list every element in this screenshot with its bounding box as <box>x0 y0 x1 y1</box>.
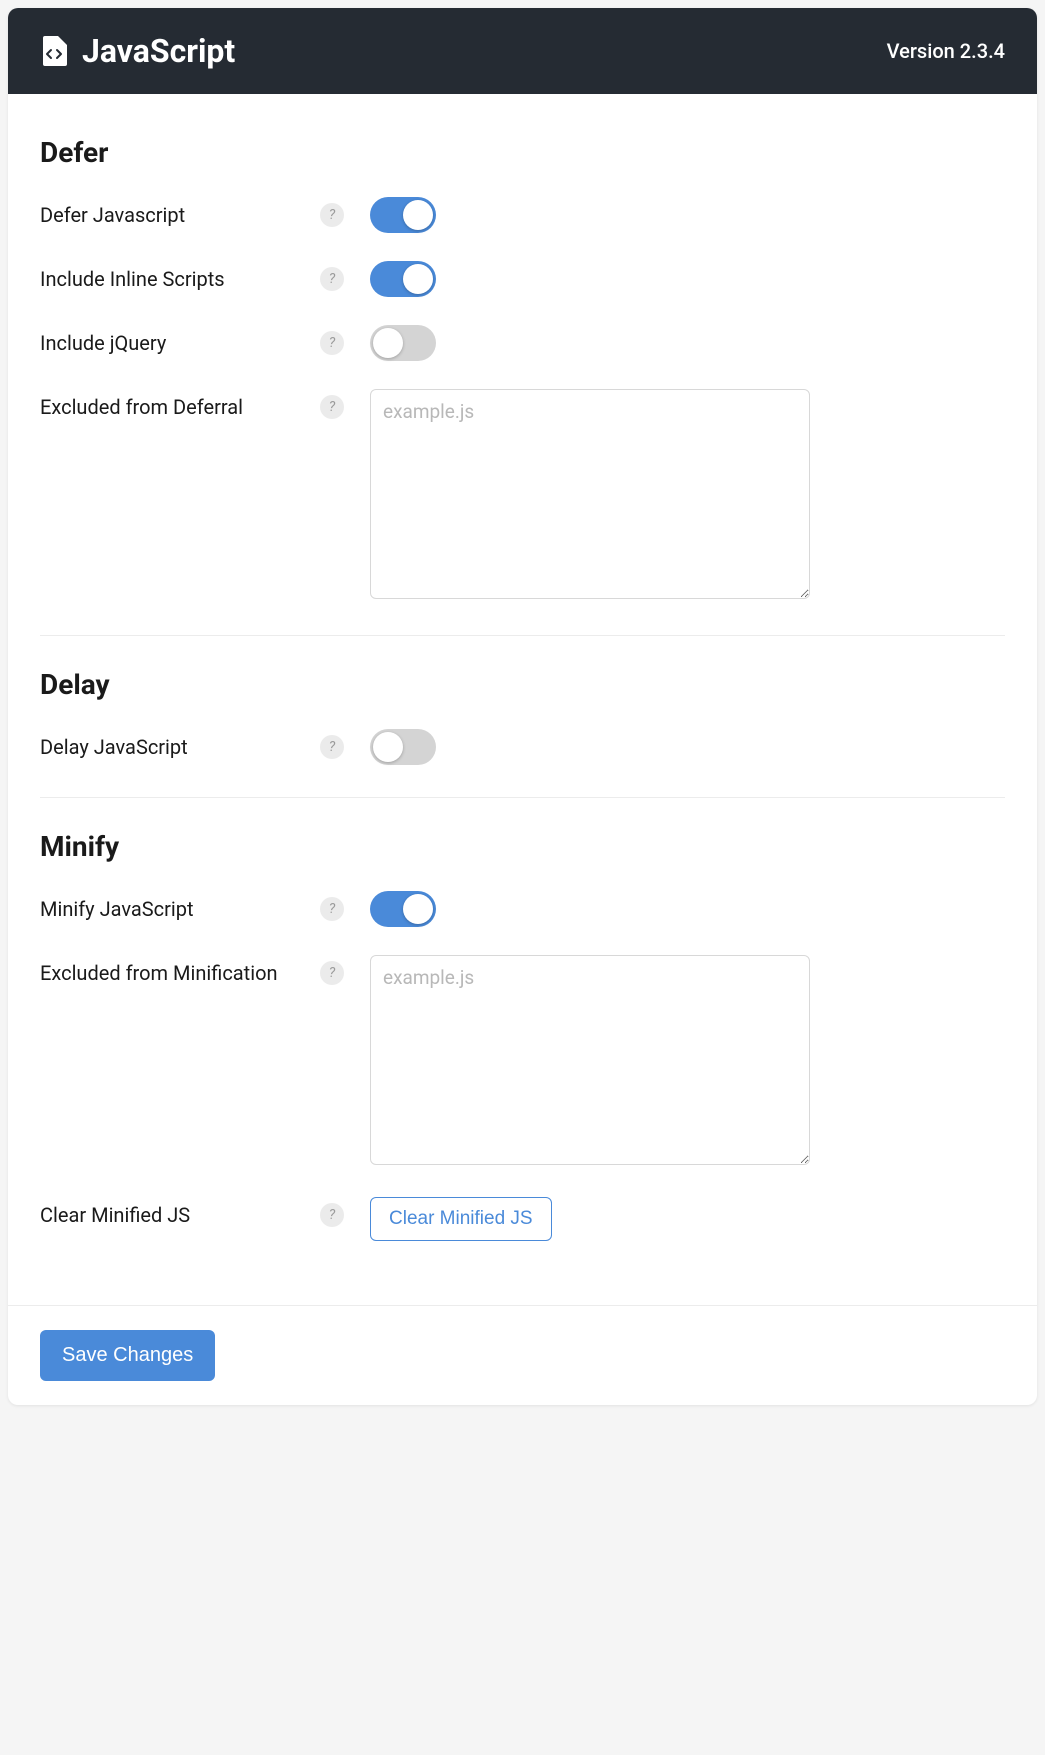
label-delay-js: Delay JavaScript <box>40 729 320 759</box>
file-code-icon <box>40 37 68 65</box>
help-icon[interactable]: ? <box>320 267 344 291</box>
settings-panel: JavaScript Version 2.3.4 Defer Defer Jav… <box>8 8 1037 1405</box>
help-icon[interactable]: ? <box>320 203 344 227</box>
label-include-inline: Include Inline Scripts <box>40 261 320 291</box>
row-include-inline: Include Inline Scripts ? <box>40 261 1005 297</box>
label-excluded-minification: Excluded from Minification <box>40 955 320 985</box>
help-icon[interactable]: ? <box>320 735 344 759</box>
section-title-defer: Defer <box>40 136 1005 169</box>
section-delay: Delay Delay JavaScript ? <box>40 635 1005 797</box>
label-defer-js: Defer Javascript <box>40 197 320 227</box>
row-excluded-deferral: Excluded from Deferral ? <box>40 389 1005 603</box>
toggle-minify-js[interactable] <box>370 891 436 927</box>
help-icon[interactable]: ? <box>320 331 344 355</box>
help-icon[interactable]: ? <box>320 1203 344 1227</box>
row-include-jquery: Include jQuery ? <box>40 325 1005 361</box>
panel-header: JavaScript Version 2.3.4 <box>8 8 1037 94</box>
header-left: JavaScript <box>40 32 235 70</box>
clear-minified-button[interactable]: Clear Minified JS <box>370 1197 552 1241</box>
page-title: JavaScript <box>82 32 235 70</box>
row-excluded-minification: Excluded from Minification ? <box>40 955 1005 1169</box>
toggle-knob <box>373 732 403 762</box>
save-button[interactable]: Save Changes <box>40 1330 215 1381</box>
section-title-minify: Minify <box>40 830 1005 863</box>
section-title-delay: Delay <box>40 668 1005 701</box>
panel-footer: Save Changes <box>8 1305 1037 1405</box>
row-defer-js: Defer Javascript ? <box>40 197 1005 233</box>
toggle-include-inline[interactable] <box>370 261 436 297</box>
label-minify-js: Minify JavaScript <box>40 891 320 921</box>
excluded-deferral-input[interactable] <box>370 389 810 599</box>
toggle-defer-js[interactable] <box>370 197 436 233</box>
label-excluded-deferral: Excluded from Deferral <box>40 389 320 419</box>
label-include-jquery: Include jQuery <box>40 325 320 355</box>
panel-content: Defer Defer Javascript ? Include Inline … <box>8 94 1037 1305</box>
section-minify: Minify Minify JavaScript ? Excluded from… <box>40 797 1005 1273</box>
toggle-knob <box>403 894 433 924</box>
toggle-include-jquery[interactable] <box>370 325 436 361</box>
label-clear-minified: Clear Minified JS <box>40 1197 320 1227</box>
toggle-delay-js[interactable] <box>370 729 436 765</box>
section-defer: Defer Defer Javascript ? Include Inline … <box>40 104 1005 635</box>
row-minify-js: Minify JavaScript ? <box>40 891 1005 927</box>
toggle-knob <box>403 200 433 230</box>
row-delay-js: Delay JavaScript ? <box>40 729 1005 765</box>
help-icon[interactable]: ? <box>320 395 344 419</box>
help-icon[interactable]: ? <box>320 897 344 921</box>
toggle-knob <box>403 264 433 294</box>
help-icon[interactable]: ? <box>320 961 344 985</box>
excluded-minification-input[interactable] <box>370 955 810 1165</box>
version-label: Version 2.3.4 <box>887 39 1005 63</box>
toggle-knob <box>373 328 403 358</box>
row-clear-minified: Clear Minified JS ? Clear Minified JS <box>40 1197 1005 1241</box>
